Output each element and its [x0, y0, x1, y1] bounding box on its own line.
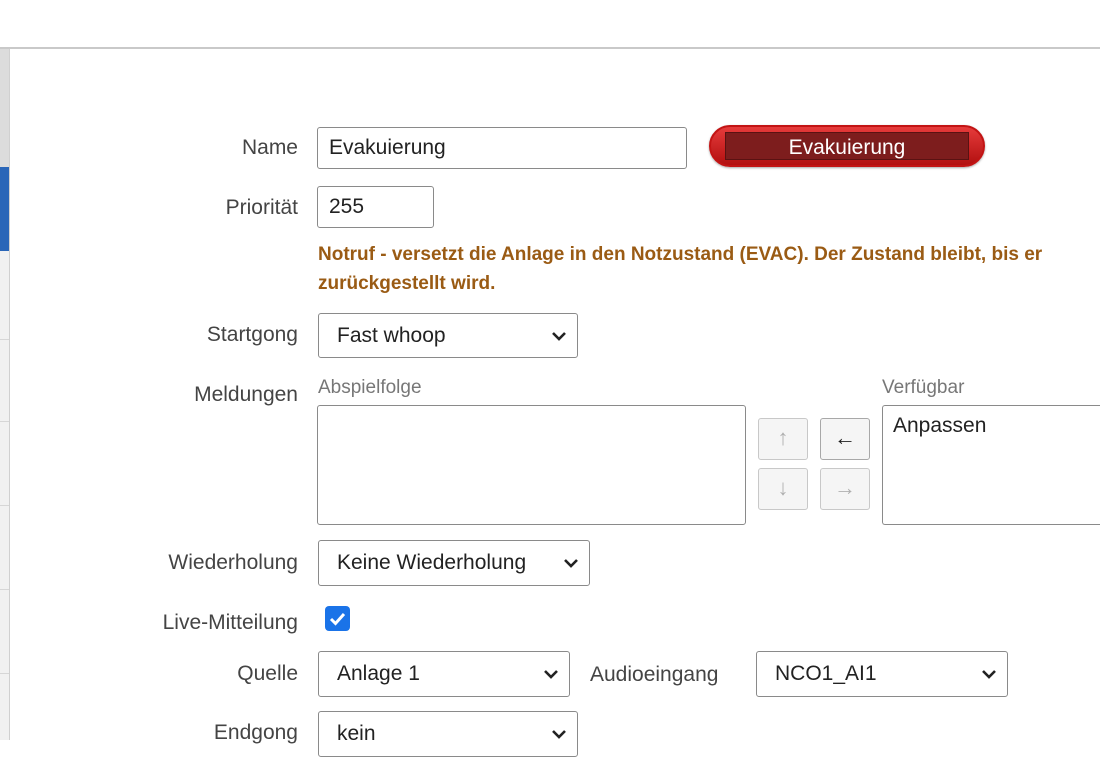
- checkmark-icon: [329, 612, 346, 626]
- startgong-select[interactable]: Fast whoop: [318, 313, 578, 358]
- priority-description-line1: Notruf - versetzt die Anlage in den Notz…: [318, 244, 1043, 265]
- move-left-button[interactable]: ←: [820, 418, 870, 460]
- playlist-label: Abspielfolge: [318, 377, 422, 398]
- left-sidebar-edge: [0, 49, 10, 740]
- repeat-select[interactable]: Keine Wiederholung: [318, 540, 590, 586]
- repeat-value: Keine Wiederholung: [337, 551, 527, 574]
- chevron-down-icon: [564, 559, 578, 568]
- audio-input-value: NCO1_AI1: [775, 662, 877, 685]
- endgong-label: Endgong: [213, 721, 298, 744]
- evacuation-preview-button[interactable]: Evakuierung: [709, 125, 985, 167]
- chevron-down-icon: [552, 730, 566, 739]
- source-value: Anlage 1: [337, 662, 420, 685]
- endgong-value: kein: [337, 722, 376, 745]
- sidebar-item-active[interactable]: [0, 167, 9, 251]
- chevron-down-icon: [982, 670, 996, 679]
- sidebar-item-inactive[interactable]: [0, 49, 9, 167]
- name-label: Name: [241, 136, 298, 159]
- move-down-button[interactable]: ↓: [758, 468, 808, 510]
- live-checkbox[interactable]: [325, 606, 350, 631]
- messages-label: Meldungen: [194, 383, 298, 406]
- move-up-button[interactable]: ↑: [758, 418, 808, 460]
- source-label: Quelle: [237, 662, 298, 685]
- available-listbox[interactable]: Anpassen: [882, 405, 1100, 525]
- repeat-label: Wiederholung: [168, 551, 298, 574]
- playlist-listbox[interactable]: [317, 405, 746, 525]
- startgong-value: Fast whoop: [337, 323, 446, 347]
- chevron-down-icon: [544, 670, 558, 679]
- priority-input[interactable]: 255: [317, 186, 434, 228]
- available-label: Verfügbar: [882, 377, 965, 398]
- priority-description: Notruf - versetzt die Anlage in den Notz…: [318, 240, 1042, 298]
- endgong-select[interactable]: kein: [318, 711, 578, 757]
- source-select[interactable]: Anlage 1: [318, 651, 570, 697]
- startgong-label: Startgong: [206, 323, 298, 346]
- chevron-down-icon: [552, 331, 566, 341]
- live-label: Live-Mitteilung: [162, 611, 298, 634]
- top-bar: [0, 0, 1100, 49]
- evacuation-preview-label: Evakuierung: [725, 132, 969, 160]
- available-item[interactable]: Anpassen: [893, 414, 986, 438]
- priority-input-value: 255: [329, 195, 365, 218]
- name-input[interactable]: Evakuierung: [317, 127, 687, 169]
- audio-input-label: Audioeingang: [590, 663, 719, 686]
- audio-input-select[interactable]: NCO1_AI1: [756, 651, 1008, 697]
- priority-description-line2: zurückgestellt wird.: [318, 273, 496, 294]
- move-right-button[interactable]: →: [820, 468, 870, 510]
- name-input-value: Evakuierung: [329, 136, 446, 159]
- priority-label: Priorität: [225, 196, 298, 219]
